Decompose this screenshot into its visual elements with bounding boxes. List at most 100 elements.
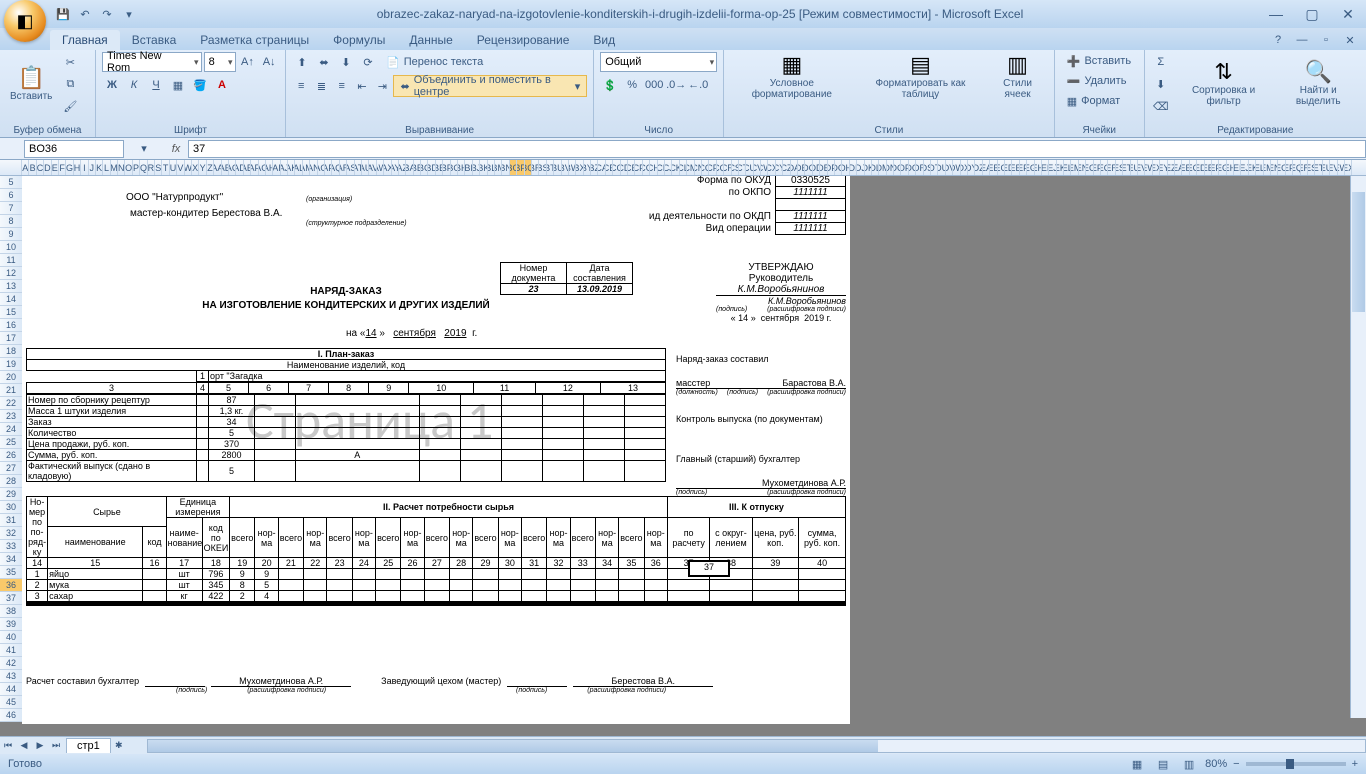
col-header[interactable]: CI	[658, 160, 665, 175]
col-header[interactable]: AH	[266, 160, 273, 175]
col-header[interactable]: ED	[1005, 160, 1012, 175]
col-header[interactable]: DM	[879, 160, 886, 175]
col-header[interactable]: AW	[377, 160, 384, 175]
col-header[interactable]: BF	[443, 160, 450, 175]
row-header[interactable]: 36	[0, 579, 22, 592]
col-header[interactable]: EU	[1323, 160, 1330, 175]
col-header[interactable]: BG	[451, 160, 458, 175]
font-size-combo[interactable]: 8	[204, 52, 236, 72]
increase-indent-icon[interactable]: ⇥	[373, 76, 391, 96]
col-header[interactable]: DV	[946, 160, 953, 175]
col-header[interactable]: AA	[214, 160, 221, 175]
row-header[interactable]: 35	[0, 566, 22, 579]
currency-icon[interactable]: 💲	[600, 75, 620, 95]
col-header[interactable]: DE	[820, 160, 827, 175]
select-all-corner[interactable]	[0, 160, 22, 175]
row-header[interactable]: 16	[0, 319, 22, 332]
col-header[interactable]: CZ	[783, 160, 790, 175]
col-header[interactable]: Z	[207, 160, 214, 175]
conditional-formatting-button[interactable]: ▦Условное форматирование	[730, 52, 853, 102]
col-header[interactable]: ED	[1197, 160, 1204, 175]
col-header[interactable]: CV	[754, 160, 761, 175]
col-header[interactable]: BI	[465, 160, 472, 175]
fill-icon[interactable]: ⬇	[1151, 74, 1171, 94]
row-header[interactable]: 12	[0, 267, 22, 280]
col-header[interactable]: EK	[1249, 160, 1256, 175]
col-header[interactable]: DA	[791, 160, 798, 175]
tab-data[interactable]: Данные	[397, 30, 464, 50]
tab-review[interactable]: Рецензирование	[465, 30, 582, 50]
tab-formulas[interactable]: Формулы	[321, 30, 397, 50]
sheet-nav-next[interactable]: ▶	[32, 738, 48, 754]
col-header[interactable]: AO	[318, 160, 325, 175]
col-header[interactable]: G	[66, 160, 73, 175]
row-header[interactable]: 19	[0, 358, 22, 371]
col-header[interactable]: EL	[1256, 160, 1263, 175]
col-header[interactable]: AT	[355, 160, 362, 175]
col-header[interactable]: AS	[347, 160, 354, 175]
col-header[interactable]: EI	[1042, 160, 1049, 175]
col-header[interactable]: EB	[990, 160, 997, 175]
restore-window-icon[interactable]: ▫	[1316, 30, 1336, 50]
col-header[interactable]: EJ	[1049, 160, 1056, 175]
col-header[interactable]: BC	[421, 160, 428, 175]
col-header[interactable]: EF	[1212, 160, 1219, 175]
col-header[interactable]: EW	[1338, 160, 1345, 175]
name-box[interactable]: BO36	[24, 140, 124, 158]
col-header[interactable]: BV	[562, 160, 569, 175]
col-header[interactable]: BB	[414, 160, 421, 175]
col-header[interactable]: EO	[1086, 160, 1093, 175]
col-header[interactable]: EG	[1219, 160, 1226, 175]
col-header[interactable]: AY	[392, 160, 399, 175]
formula-input[interactable]: 37	[188, 140, 1366, 158]
col-header[interactable]: DP	[901, 160, 908, 175]
col-header[interactable]: CR	[724, 160, 731, 175]
col-header[interactable]: AB	[222, 160, 229, 175]
find-select-button[interactable]: 🔍Найти и выделить	[1276, 52, 1360, 116]
row-header[interactable]: 22	[0, 397, 22, 410]
row-header[interactable]: 14	[0, 293, 22, 306]
col-header[interactable]: DO	[894, 160, 901, 175]
orientation-icon[interactable]: ⟳	[358, 52, 378, 72]
col-header[interactable]: K	[96, 160, 103, 175]
col-header[interactable]: CT	[739, 160, 746, 175]
bold-button[interactable]: Ж	[102, 75, 122, 95]
row-header[interactable]: 29	[0, 488, 22, 501]
row-header[interactable]: 20	[0, 371, 22, 384]
col-header[interactable]: BY	[584, 160, 591, 175]
col-header[interactable]: EZ	[1168, 160, 1175, 175]
col-header[interactable]: BE	[436, 160, 443, 175]
col-header[interactable]: AN	[310, 160, 317, 175]
col-header[interactable]: DK	[865, 160, 872, 175]
col-header[interactable]: AR	[340, 160, 347, 175]
col-header[interactable]: EF	[1020, 160, 1027, 175]
col-header[interactable]: EV	[1330, 160, 1337, 175]
col-header[interactable]: EL	[1064, 160, 1071, 175]
italic-button[interactable]: К	[124, 75, 144, 95]
row-header[interactable]: 18	[0, 345, 22, 358]
col-header[interactable]: CK	[672, 160, 679, 175]
col-header[interactable]: BA	[406, 160, 413, 175]
col-header[interactable]: L	[103, 160, 110, 175]
col-header[interactable]: R	[148, 160, 155, 175]
col-header[interactable]: CD	[621, 160, 628, 175]
col-header[interactable]: EX	[1153, 160, 1160, 175]
align-top-icon[interactable]: ⬆	[292, 52, 312, 72]
row-header[interactable]: 15	[0, 306, 22, 319]
col-header[interactable]: CB	[606, 160, 613, 175]
col-header[interactable]: BK	[480, 160, 487, 175]
align-left-icon[interactable]: ≡	[292, 76, 310, 96]
decrease-decimal-icon[interactable]: ←.0	[688, 75, 708, 95]
row-header[interactable]: 6	[0, 189, 22, 202]
col-header[interactable]: EP	[1094, 160, 1101, 175]
format-cells-button[interactable]: ▦Формат	[1061, 92, 1138, 110]
col-header[interactable]: EW	[1145, 160, 1152, 175]
col-header[interactable]: EU	[1131, 160, 1138, 175]
col-header[interactable]: AU	[362, 160, 369, 175]
tab-view[interactable]: Вид	[581, 30, 627, 50]
wrap-text-button[interactable]: 📄Перенос текста	[380, 53, 489, 71]
col-header[interactable]: EX	[1345, 160, 1352, 175]
col-header[interactable]: CU	[746, 160, 753, 175]
tab-home[interactable]: Главная	[50, 30, 120, 50]
col-header[interactable]: DL	[872, 160, 879, 175]
